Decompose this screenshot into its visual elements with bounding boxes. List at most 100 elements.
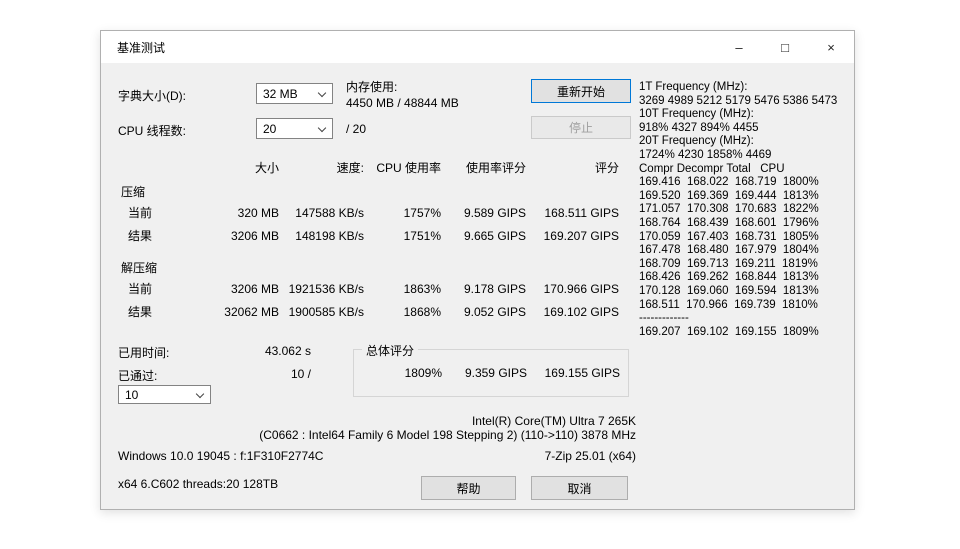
cell-speed: 148198 KB/s (295, 228, 364, 243)
benchmark-dialog: 基准测试 – □ × 字典大小(D): 32 MB 内存使用: 4450 MB … (100, 30, 855, 510)
maximize-button[interactable]: □ (762, 31, 808, 63)
log-line: 1T Frequency (MHz): (639, 81, 748, 93)
cell-usage-rating: 9.589 GIPS (463, 205, 526, 220)
log-line: 170.128 169.060 169.594 1813% (639, 284, 819, 297)
help-button[interactable]: 帮助 (421, 476, 516, 500)
cell-size: 320 MB (237, 205, 279, 220)
log-line: 167.478 168.480 167.979 1804% (639, 244, 819, 257)
frequency-log-panel: 1T Frequency (MHz): 3269 4989 5212 5179 … (639, 81, 851, 339)
log-line: 1724% 4230 1858% 4469 (639, 148, 772, 161)
col-header-usage-rating: 使用率评分 (465, 160, 526, 175)
cell-usage-rating: 9.178 GIPS (463, 281, 526, 296)
row-label-result: 结果 (128, 229, 153, 243)
build-info: x64 6.C602 threads:20 128TB (118, 477, 279, 491)
chevron-down-icon (317, 88, 327, 98)
minimize-button[interactable]: – (716, 31, 762, 63)
cell-size: 3206 MB (230, 228, 279, 243)
stop-button[interactable]: 停止 (531, 116, 631, 139)
chevron-down-icon (195, 389, 205, 399)
window-title: 基准测试 (117, 40, 166, 55)
row-label-result: 结果 (128, 305, 153, 319)
log-line: 169.520 169.369 169.444 1813% (639, 189, 819, 202)
memory-usage-value: 4450 MB / 48844 MB (346, 96, 459, 110)
app-version: 7-Zip 25.01 (x64) (544, 449, 636, 463)
total-rating-label: 总体评分 (362, 342, 419, 359)
chevron-down-icon (317, 123, 327, 133)
table-header-row: 大小 速度: CPU 使用率 使用率评分 评分 (118, 157, 623, 177)
dictionary-size-value: 32 MB (263, 86, 298, 101)
desktop-background: 基准测试 – □ × 字典大小(D): 32 MB 内存使用: 4450 MB … (0, 0, 960, 549)
cell-cpu-usage: 1757% (403, 205, 441, 220)
cell-rating: 169.207 GIPS (543, 228, 619, 243)
cell-rating: 168.511 GIPS (544, 205, 620, 220)
elapsed-time-label: 已用时间: (118, 346, 170, 360)
table-row: 结果 32062 MB 1900585 KB/s 1868% 9.052 GIP… (118, 300, 623, 323)
row-label-current: 当前 (128, 282, 153, 296)
os-info: Windows 10.0 19045 : f:1F310F2774C (118, 449, 324, 463)
minimize-icon: – (735, 39, 743, 55)
total-rating-values: 1809% 9.359 GIPS 169.155 GIPS (354, 366, 620, 380)
section-compression: 压缩 (121, 184, 146, 199)
passes-select-value: 10 (125, 387, 139, 402)
dialog-content: 字典大小(D): 32 MB 内存使用: 4450 MB / 48844 MB … (101, 63, 854, 511)
cpu-details: (C0662 : Intel64 Family 6 Model 198 Step… (259, 428, 636, 442)
log-line: 168.511 170.966 169.739 1810% (639, 298, 818, 311)
col-header-speed: 速度: (336, 160, 364, 175)
log-line: 918% 4327 894% 4455 (639, 121, 759, 134)
cpu-threads-value: 20 (263, 121, 277, 136)
cell-cpu-usage: 1751% (403, 228, 441, 243)
log-line: 171.057 170.308 170.683 1822% (639, 203, 819, 216)
total-cpu-usage: 1809% (404, 366, 442, 380)
restart-button[interactable]: 重新开始 (531, 79, 631, 103)
cell-rating: 170.966 GIPS (543, 281, 619, 296)
memory-usage-label: 内存使用: (346, 80, 398, 94)
cell-rating: 169.102 GIPS (543, 304, 619, 319)
elapsed-time-value: 43.062 s (264, 344, 311, 358)
title-bar[interactable]: 基准测试 – □ × (101, 31, 854, 63)
log-line: 3269 4989 5212 5179 5476 5386 5473 (639, 94, 838, 107)
passes-select[interactable]: 10 (118, 385, 211, 404)
cell-cpu-usage: 1863% (403, 281, 441, 296)
elapsed-time-row: 已用时间: 43.062 s (118, 344, 311, 360)
col-header-rating: 评分 (594, 160, 619, 175)
maximize-icon: □ (781, 39, 789, 55)
table-row: 当前 320 MB 147588 KB/s 1757% 9.589 GIPS 1… (118, 201, 623, 224)
cpu-name: Intel(R) Core(TM) Ultra 7 265K (471, 414, 636, 428)
window-controls: – □ × (716, 31, 854, 63)
cpu-threads-total: / 20 (346, 122, 367, 136)
close-icon: × (827, 39, 835, 55)
table-row: 结果 3206 MB 148198 KB/s 1751% 9.665 GIPS … (118, 224, 623, 247)
log-line: 169.207 169.102 169.155 1809% (639, 325, 819, 338)
cpu-threads-select[interactable]: 20 (256, 118, 333, 139)
cell-usage-rating: 9.052 GIPS (463, 304, 526, 319)
cell-speed: 1900585 KB/s (288, 304, 364, 319)
log-line: 170.059 167.403 168.731 1805% (639, 230, 819, 243)
cell-speed: 147588 KB/s (295, 205, 364, 220)
col-header-cpu-usage: CPU 使用率 (376, 160, 441, 175)
total-usage-rating: 9.359 GIPS (464, 366, 527, 380)
col-header-size: 大小 (254, 160, 279, 175)
cell-usage-rating: 9.665 GIPS (463, 228, 526, 243)
log-line: 169.416 168.022 168.719 1800% (639, 176, 819, 189)
close-button[interactable]: × (808, 31, 854, 63)
log-line: 20T Frequency (MHz): (639, 135, 754, 148)
log-line: 10T Frequency (MHz): (639, 108, 754, 121)
cell-speed: 1921536 KB/s (288, 281, 364, 296)
section-decompression: 解压缩 (121, 260, 158, 275)
dictionary-size-select[interactable]: 32 MB (256, 83, 333, 104)
passes-label: 已通过: (118, 369, 158, 383)
cell-cpu-usage: 1868% (403, 304, 441, 319)
log-line: 168.709 169.713 169.211 1819% (639, 257, 818, 270)
log-line: Compr Decompr Total CPU (639, 162, 785, 175)
cpu-threads-label: CPU 线程数: (118, 124, 187, 138)
passes-value: 10 / (290, 367, 311, 381)
table-row: 当前 3206 MB 1921536 KB/s 1863% 9.178 GIPS… (118, 277, 623, 300)
cancel-button[interactable]: 取消 (531, 476, 628, 500)
total-rating: 169.155 GIPS (544, 366, 620, 380)
total-rating-groupbox: 总体评分 1809% 9.359 GIPS 169.155 GIPS (353, 342, 629, 397)
benchmark-table: 大小 速度: CPU 使用率 使用率评分 评分 压缩 当前 320 MB 147… (118, 157, 623, 323)
log-line: 168.764 168.439 168.601 1796% (639, 216, 819, 229)
dictionary-size-label: 字典大小(D): (118, 89, 186, 103)
cell-size: 32062 MB (224, 304, 279, 319)
passes-row: 已通过: 10 / (118, 367, 311, 383)
